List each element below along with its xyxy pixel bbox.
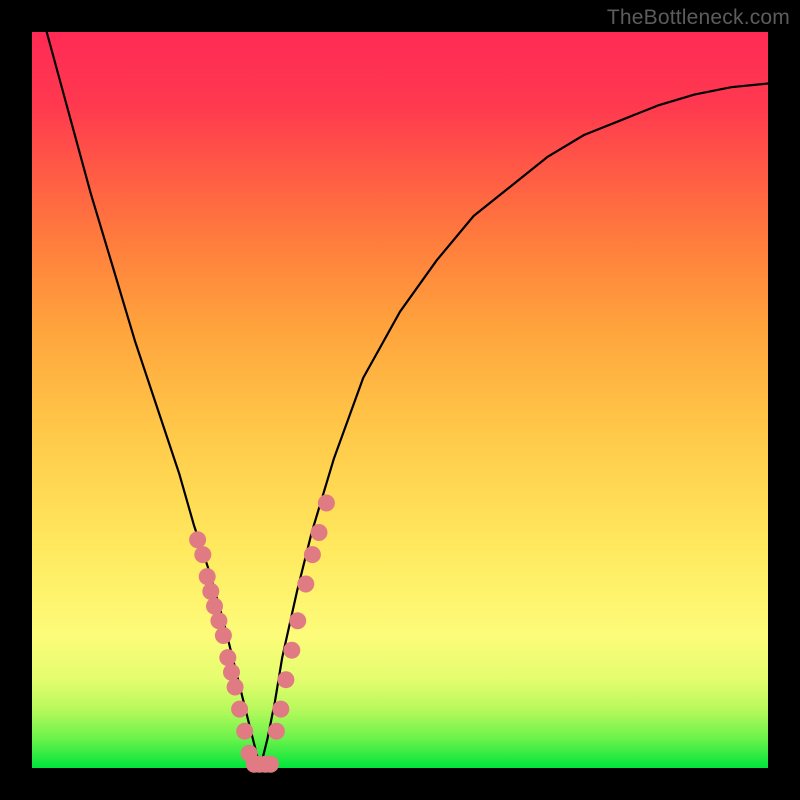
dots-layer: [189, 495, 335, 773]
chart-plot-area: [32, 32, 768, 768]
data-dot: [311, 524, 328, 541]
data-dot: [219, 649, 236, 666]
data-dot: [202, 583, 219, 600]
data-dot: [289, 612, 306, 629]
data-dot: [227, 679, 244, 696]
curve-layer: [47, 32, 768, 768]
data-dot: [262, 756, 279, 773]
data-dot: [277, 671, 294, 688]
data-dot: [297, 576, 314, 593]
data-dot: [268, 723, 285, 740]
data-dot: [210, 612, 227, 629]
data-dot: [215, 627, 232, 644]
data-dot: [189, 531, 206, 548]
data-dot: [236, 723, 253, 740]
data-dot: [272, 701, 289, 718]
data-dot: [231, 701, 248, 718]
data-dot: [223, 664, 240, 681]
data-dot: [206, 598, 223, 615]
data-dot: [199, 568, 216, 585]
data-dot: [194, 546, 211, 563]
data-dot: [304, 546, 321, 563]
bottleneck-curve: [47, 32, 768, 768]
data-dot: [318, 495, 335, 512]
chart-svg: [32, 32, 768, 768]
data-dot: [283, 642, 300, 659]
outer-frame: TheBottleneck.com: [0, 0, 800, 800]
watermark-text: TheBottleneck.com: [607, 6, 790, 30]
